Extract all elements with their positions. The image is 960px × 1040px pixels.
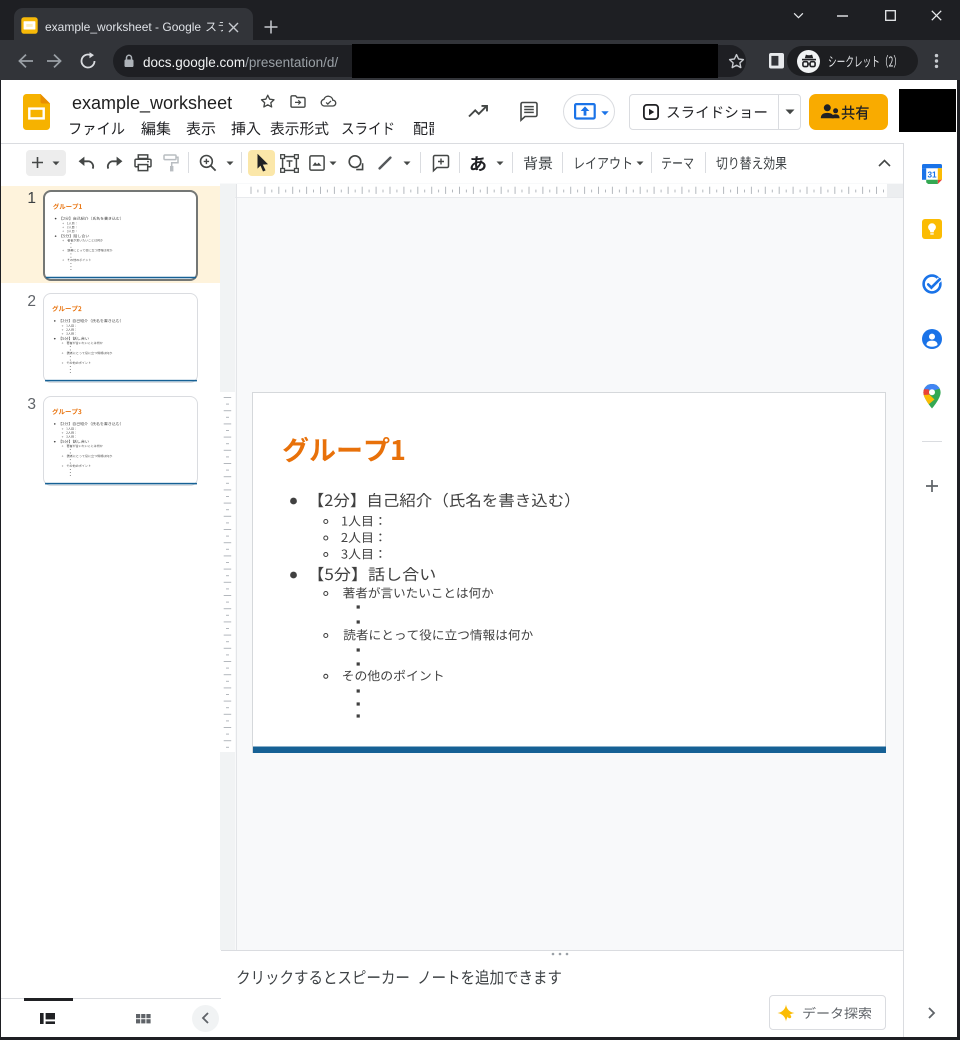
svg-text:31: 31 bbox=[927, 170, 937, 179]
